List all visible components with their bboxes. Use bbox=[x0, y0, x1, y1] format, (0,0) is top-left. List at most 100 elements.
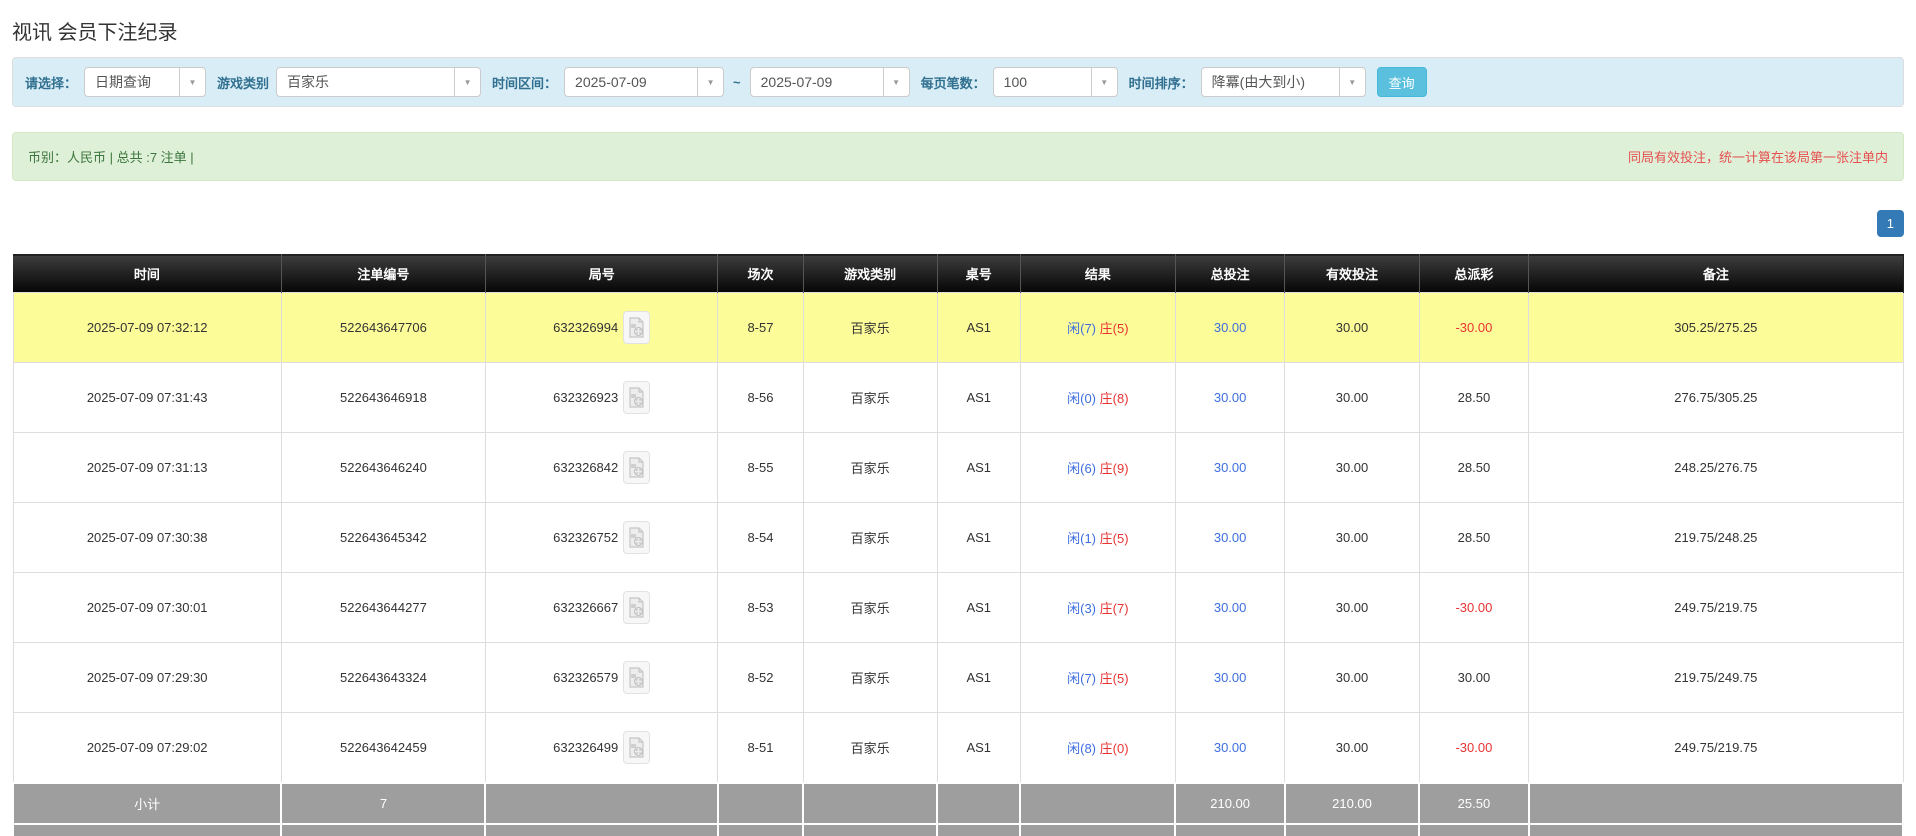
table-row[interactable]: 2025-07-09 07:30:38 522643645342 632326752… bbox=[12, 502, 1904, 573]
total-row-cell bbox=[484, 823, 719, 836]
total-row-cell bbox=[716, 823, 805, 836]
cell-time: 2025-07-09 07:30:38 bbox=[12, 502, 282, 573]
cell-bet-id: 522643642459 bbox=[280, 712, 486, 784]
video-record-icon[interactable] bbox=[623, 381, 651, 414]
cell-payout: -30.00 bbox=[1418, 712, 1530, 784]
table-row[interactable]: 2025-07-09 07:32:12 522643647706 632326994… bbox=[12, 292, 1904, 363]
cell-table-number: AS1 bbox=[936, 712, 1021, 784]
video-record-icon[interactable] bbox=[623, 591, 651, 624]
summary-totals-text: 币别：人民币 | 总共 :7 注单 | bbox=[28, 150, 194, 165]
cell-remark: 249.75/219.75 bbox=[1528, 712, 1904, 784]
game-type-value: 百家乐 bbox=[287, 74, 330, 90]
cell-bet-id: 522643645342 bbox=[280, 502, 486, 573]
cell-bet-id: 522643643324 bbox=[280, 642, 486, 713]
pagination-top: 1 bbox=[12, 210, 1904, 237]
video-record-icon[interactable] bbox=[623, 661, 651, 694]
column-header: 备注 bbox=[1528, 254, 1904, 293]
total-bet-link[interactable]: 30.00 bbox=[1214, 530, 1247, 545]
cell-session: 8-55 bbox=[717, 432, 804, 503]
video-record-icon[interactable] bbox=[623, 451, 651, 484]
total-bet-link[interactable]: 30.00 bbox=[1214, 740, 1247, 755]
cell-round-id: 632326842 bbox=[484, 432, 719, 503]
date-to-select[interactable]: 2025-07-09 ▼ bbox=[749, 67, 910, 97]
cell-table-number: AS1 bbox=[936, 642, 1021, 713]
cell-result: 闲(8) 庄(0) bbox=[1019, 712, 1176, 784]
subtotal-row-cell: 25.50 bbox=[1418, 782, 1530, 825]
chevron-down-icon: ▼ bbox=[179, 68, 205, 96]
cell-valid-bet: 30.00 bbox=[1284, 712, 1420, 784]
cell-payout: 28.50 bbox=[1418, 432, 1530, 503]
date-from-select[interactable]: 2025-07-09 ▼ bbox=[564, 67, 725, 97]
cell-session: 8-53 bbox=[717, 572, 804, 643]
cell-remark: 248.25/276.75 bbox=[1528, 432, 1904, 503]
subtotal-row-cell bbox=[1527, 782, 1905, 825]
cell-table-number: AS1 bbox=[936, 292, 1021, 363]
cell-result: 闲(6) 庄(9) bbox=[1019, 432, 1176, 503]
cell-result: 闲(7) 庄(5) bbox=[1019, 292, 1176, 363]
result-banker: 庄(5) bbox=[1099, 531, 1129, 546]
chevron-down-icon: ▼ bbox=[454, 68, 480, 96]
subtotal-row-cell bbox=[936, 782, 1022, 825]
table-row[interactable]: 2025-07-09 07:30:01 522643644277 632326667… bbox=[12, 572, 1904, 643]
cell-remark: 249.75/219.75 bbox=[1528, 572, 1904, 643]
column-header: 时间 bbox=[13, 254, 282, 293]
video-record-icon[interactable] bbox=[623, 521, 651, 554]
subtotal-row-cell: 210.00 bbox=[1174, 782, 1286, 825]
result-banker: 庄(5) bbox=[1099, 321, 1129, 336]
subtotal-row-cell bbox=[716, 782, 805, 825]
cell-remark: 219.75/248.25 bbox=[1528, 502, 1904, 573]
time-range-label: 时间区间： bbox=[492, 75, 558, 91]
game-type-select[interactable]: 百家乐 ▼ bbox=[276, 67, 482, 97]
query-type-select[interactable]: 日期查询 ▼ bbox=[84, 67, 207, 97]
video-record-icon[interactable] bbox=[623, 731, 651, 764]
page-1-button[interactable]: 1 bbox=[1876, 210, 1904, 237]
cell-game-type: 百家乐 bbox=[802, 432, 938, 503]
column-header: 总派彩 bbox=[1419, 254, 1530, 293]
payout-value: -30.00 bbox=[1455, 600, 1493, 615]
round-number: 632326667 bbox=[553, 600, 619, 615]
cell-round-id: 632326667 bbox=[484, 572, 719, 643]
table-row[interactable]: 2025-07-09 07:31:13 522643646240 632326842… bbox=[12, 432, 1904, 503]
bet-records-table: 时间 注单编号 局号 场次 游戏类别 桌号 结果 总投注 有效投注 总派彩 备注 2025-07-0… bbox=[11, 254, 1905, 836]
payout-value: 28.50 bbox=[1457, 390, 1491, 405]
result-banker: 庄(9) bbox=[1099, 461, 1129, 476]
cell-time: 2025-07-09 07:29:30 bbox=[12, 642, 282, 713]
cell-bet-id: 522643644277 bbox=[280, 572, 486, 643]
query-type-value: 日期查询 bbox=[95, 74, 152, 90]
total-bet-link[interactable]: 30.00 bbox=[1214, 320, 1247, 335]
page-size-value: 100 bbox=[1003, 74, 1028, 90]
table-row[interactable]: 2025-07-09 07:29:02 522643642459 632326499… bbox=[12, 712, 1904, 784]
search-button[interactable]: 查询 bbox=[1376, 67, 1427, 97]
page-size-select[interactable]: 100 ▼ bbox=[992, 67, 1118, 97]
total-bet-link[interactable]: 30.00 bbox=[1214, 460, 1247, 475]
sort-order-label: 时间排序： bbox=[1128, 75, 1194, 91]
result-banker: 庄(5) bbox=[1099, 671, 1129, 686]
cell-table-number: AS1 bbox=[936, 502, 1021, 573]
cell-payout: -30.00 bbox=[1418, 572, 1530, 643]
column-header: 总投注 bbox=[1175, 254, 1286, 293]
column-header: 场次 bbox=[717, 254, 804, 293]
cell-bet-id: 522643646240 bbox=[280, 432, 486, 503]
cell-game-type: 百家乐 bbox=[802, 572, 938, 643]
cell-time: 2025-07-09 07:32:12 bbox=[12, 292, 282, 363]
total-row-cell bbox=[936, 823, 1022, 836]
cell-result: 闲(3) 庄(7) bbox=[1019, 572, 1176, 643]
video-record-icon[interactable] bbox=[623, 311, 651, 344]
total-bet-link[interactable]: 30.00 bbox=[1214, 390, 1247, 405]
cell-round-id: 632326923 bbox=[484, 362, 719, 433]
payout-value: 30.00 bbox=[1457, 670, 1491, 685]
result-banker: 庄(0) bbox=[1099, 741, 1129, 756]
cell-payout: 28.50 bbox=[1418, 362, 1530, 433]
table-row[interactable]: 2025-07-09 07:29:30 522643643324 632326579… bbox=[12, 642, 1904, 713]
date-from-value: 2025-07-09 bbox=[575, 74, 647, 90]
sort-order-select[interactable]: 降冪(由大到小) ▼ bbox=[1200, 67, 1366, 97]
result-player: 闲(1) bbox=[1067, 531, 1097, 546]
result-player: 闲(7) bbox=[1067, 321, 1097, 336]
result-player: 闲(0) bbox=[1067, 391, 1097, 406]
total-bet-link[interactable]: 30.00 bbox=[1214, 670, 1247, 685]
total-row-cell: 7 bbox=[280, 823, 487, 836]
column-header: 局号 bbox=[485, 254, 719, 293]
total-bet-link[interactable]: 30.00 bbox=[1214, 600, 1247, 615]
cell-valid-bet: 30.00 bbox=[1284, 572, 1420, 643]
table-row[interactable]: 2025-07-09 07:31:43 522643646918 632326923… bbox=[12, 362, 1904, 433]
